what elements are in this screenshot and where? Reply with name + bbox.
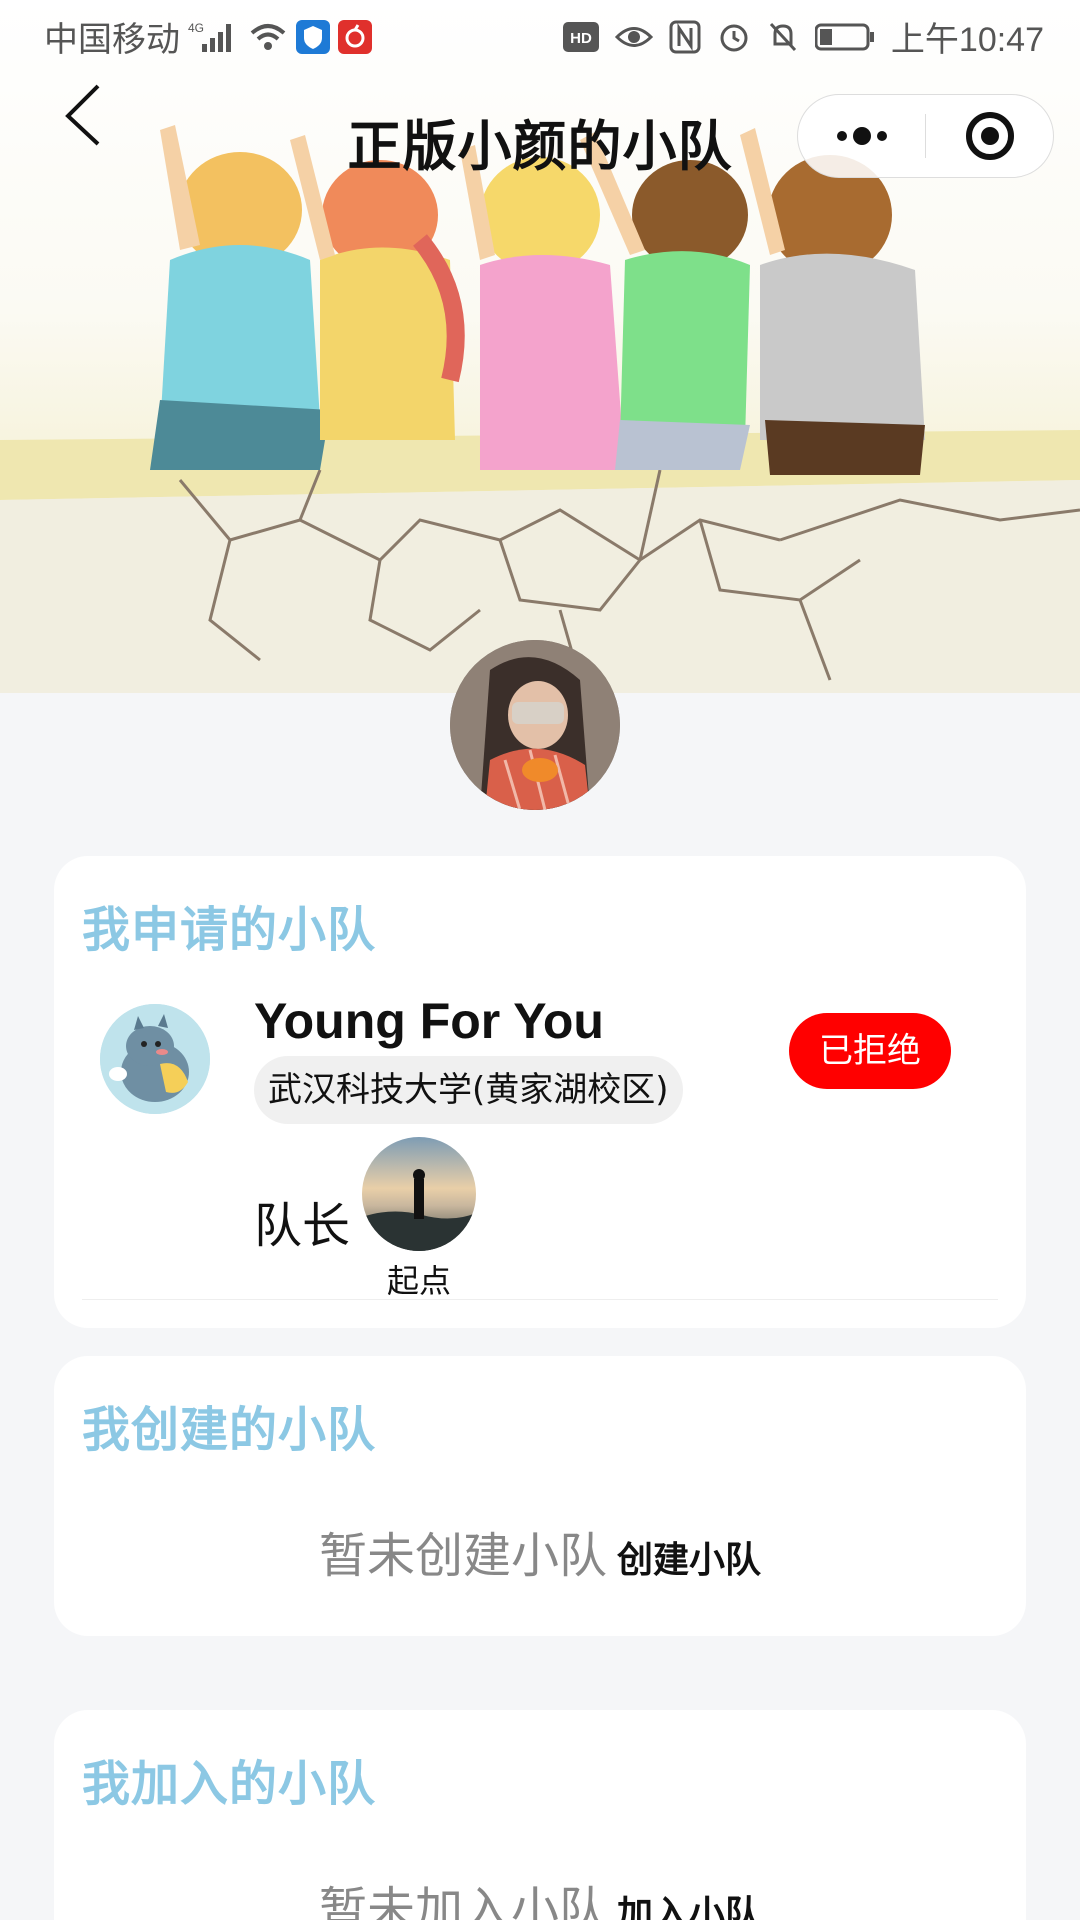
hd-icon: HD [562, 21, 599, 52]
applied-section-title: 我申请的小队 [82, 902, 377, 958]
netease-music-icon [338, 19, 372, 54]
carrier-label: 中国移动 [44, 21, 180, 59]
captain-avatar-photo [362, 1137, 476, 1251]
created-empty-text: 暂未创建小队 [318, 1528, 607, 1584]
alarm-icon [717, 20, 751, 54]
eye-comfort-icon [614, 22, 653, 52]
nfc-icon [669, 20, 701, 54]
joined-teams-card: 我加入的小队 暂未加入小队 加入小队 [54, 1710, 1026, 1920]
applied-teams-card: 我申请的小队 Young For You 武汉科技大学(黄家湖校区) 已拒绝 队… [54, 856, 1026, 1328]
captain-name: 起点 [386, 1262, 451, 1300]
created-empty-row: 暂未创建小队 创建小队 [54, 1516, 1026, 1586]
created-teams-card: 我创建的小队 暂未创建小队 创建小队 [54, 1356, 1026, 1636]
team-name[interactable]: Young For You [254, 992, 604, 1050]
target-close-icon [965, 112, 1014, 160]
kid-figure [460, 145, 625, 470]
shield-app-icon [296, 19, 330, 54]
network-type-label: 4G [188, 21, 204, 35]
joined-empty-text: 暂未加入小队 [318, 1882, 607, 1920]
team-avatar[interactable] [100, 1004, 210, 1114]
joined-section-title: 我加入的小队 [82, 1756, 377, 1812]
team-page: 中国移动 4G HD 上午10:47 正版小颜的小队 我申请的小队 Young … [0, 0, 1080, 1920]
user-avatar[interactable] [450, 640, 620, 810]
school-tag: 武汉科技大学(黄家湖校区) [254, 1056, 683, 1124]
battery-icon [814, 22, 875, 52]
wifi-icon [248, 21, 288, 53]
signal-icon: 4G [188, 20, 240, 54]
hd-badge-text: HD [570, 30, 592, 47]
captain-avatar[interactable] [362, 1137, 476, 1251]
more-button[interactable] [798, 94, 925, 178]
status-bar: 中国移动 4G HD 上午10:47 [0, 0, 1080, 72]
create-team-link[interactable]: 创建小队 [617, 1531, 761, 1583]
more-dots-icon [836, 127, 887, 145]
join-team-link[interactable]: 加入小队 [617, 1885, 761, 1920]
status-time: 上午10:47 [890, 21, 1044, 59]
divider [82, 1299, 998, 1300]
mute-icon [767, 20, 799, 54]
status-badge: 已拒绝 [789, 1013, 951, 1089]
created-section-title: 我创建的小队 [82, 1402, 377, 1458]
captain-label: 队长 [254, 1198, 351, 1254]
mini-program-capsule [797, 94, 1054, 178]
close-miniprogram-button[interactable] [926, 94, 1053, 178]
user-avatar-photo [450, 640, 620, 810]
dragon-mascot-image [100, 1004, 210, 1114]
joined-empty-row: 暂未加入小队 加入小队 [54, 1870, 1026, 1920]
